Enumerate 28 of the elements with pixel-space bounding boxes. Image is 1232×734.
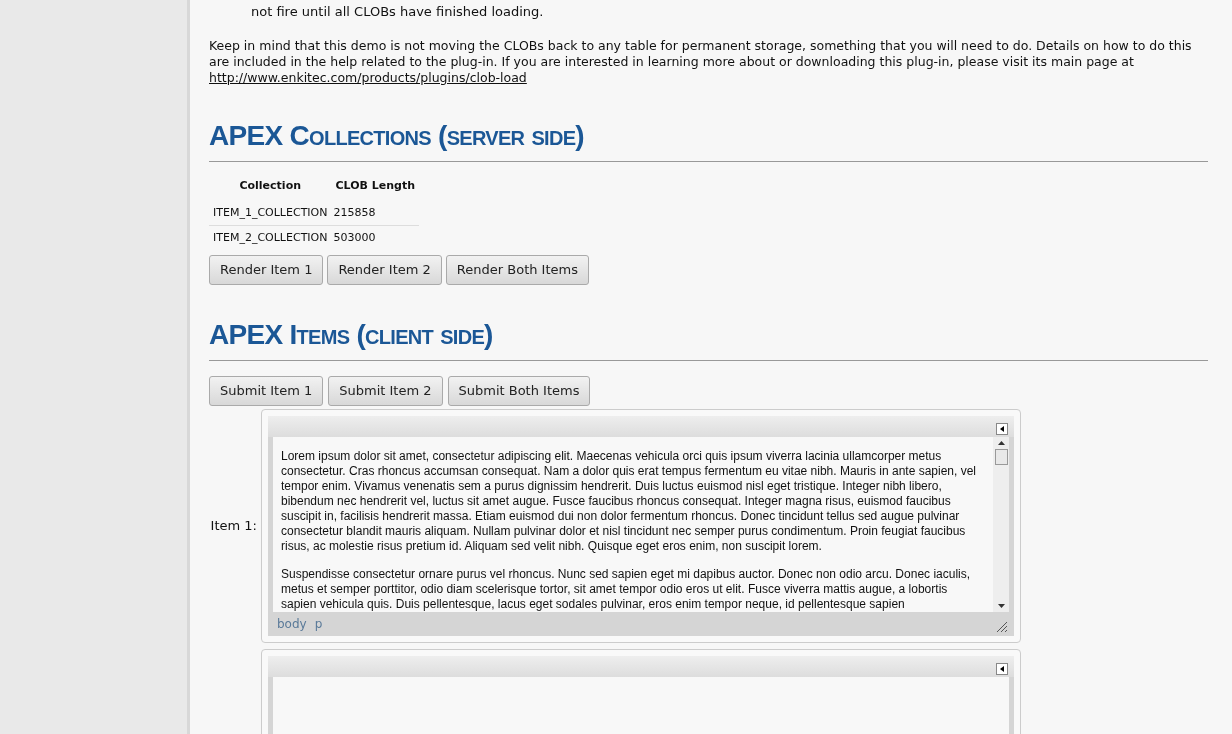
table-cell: ITEM_2_COLLECTION <box>209 225 332 251</box>
plugin-link[interactable]: http://www.enkitec.com/products/plugins/clob-load <box>209 70 527 85</box>
scroll-down-icon[interactable] <box>997 603 1005 608</box>
table-cell: 215858 <box>331 200 419 226</box>
scroll-thumb[interactable] <box>994 448 1008 465</box>
action-button[interactable]: Submit Item 1 <box>209 375 324 406</box>
note-paragraph: Keep in mind that this demo is not moving the CLOBs back to any table for permanent storage, something that you will need to do. Details on how to do this are included in the help related to the plug-in. If you are interested in learning more about or downloading this plug-in, please visit its main page at http://www.enkitec.com/products/plugins/clob-load <box>209 38 1193 86</box>
scroll-up-icon[interactable] <box>997 440 1005 445</box>
resize-handle-icon[interactable] <box>997 621 1007 632</box>
action-button[interactable]: Render Item 2 <box>327 254 442 285</box>
section-heading: APEX Items (client side) <box>209 317 494 352</box>
action-button[interactable]: Render Item 1 <box>209 254 324 285</box>
editor-paragraph: Lorem ipsum dolor sit amet, consectetur adipiscing elit. Maecenas vehicula orci quis ipsum viverra lacinia ullamcorper metus consectetur. Cras rhoncus accumsan consequat. Nam a dolor quis erat tempus fermentum eu vitae nibh. Mauris in ante sapien, vel tempor enim. Vivamus venenatis sem a purus dignissim hendrerit. Duis luctus euismod nisl eget tristique. Integer nibh libero, bibendum nec hendrerit vel, luctus sit amet augue. Fusce faucibus rhoncus consequat. Integer magna risus, euismod faucibus suscipit in, facilisis hendrerit massa. Etiam euismod dui non dolor fermentum rhoncus. Donec tincidunt tellus sed augue pulvinar consectetur blandit mauris aliquam. Nullam pulvinar dolor et nisl tincidunt nec semper purus condimentum. Proin feugiat faucibus risus, ac molestie risus pretium id. Aliquam sed velit nibh. Quisque eget eros enim, non suscipit lorem. <box>281 448 978 554</box>
collapse-icon[interactable] <box>996 422 1008 435</box>
table-cell: ITEM_1_COLLECTION <box>209 200 332 226</box>
instruction-text: not fire until all CLOBs have finished loading. <box>251 4 544 20</box>
column-header: CLOB Length <box>334 178 416 194</box>
action-button[interactable]: Submit Both Items <box>447 375 591 406</box>
action-button[interactable]: Render Both Items <box>445 254 589 285</box>
scrollbar[interactable] <box>993 436 1009 612</box>
collapse-icon[interactable] <box>996 662 1008 675</box>
editor-body[interactable] <box>273 436 1009 612</box>
table-cell: 503000 <box>331 225 419 251</box>
field-label: Item 1: <box>210 517 257 533</box>
section-heading: APEX Collections (server side) <box>209 119 585 153</box>
column-header: Collection <box>238 178 303 194</box>
action-button[interactable]: Submit Item 2 <box>328 375 443 406</box>
editor-paragraph: Suspendisse consectetur ornare purus vel rhoncus. Nunc sed sapien eget mi dapibus auctor. Donec non odio arcu. Donec iaculis, metus et semper porttitor, odio diam scelerisque tortor, sit amet tempor odio eros ut elit. Fusce viverra mattis augue, a lobortis sapien vehicula quis. Duis pellentesque, lacus eget sodales pulvinar, eros enim tempor neque, id pellentesque sapien <box>281 566 972 612</box>
